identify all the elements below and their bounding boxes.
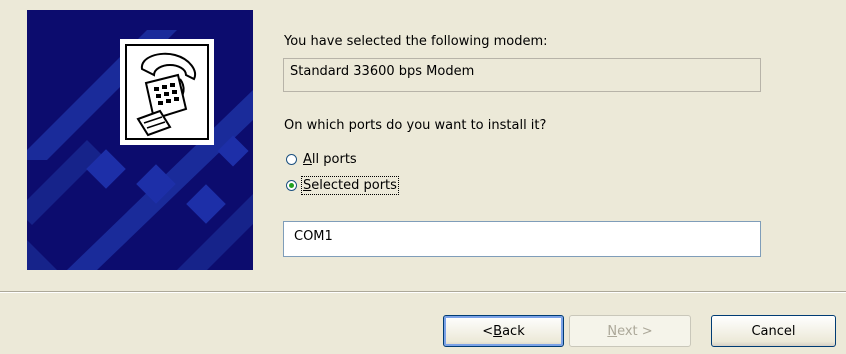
modem-name-field: Standard 33600 bps Modem: [283, 58, 761, 92]
back-accel: B: [493, 323, 503, 339]
next-button[interactable]: Next >: [569, 315, 691, 347]
all-ports-label: All ports: [303, 152, 357, 167]
back-label: ack: [502, 323, 525, 339]
all-ports-radio[interactable]: [286, 154, 297, 165]
selected-ports-radio[interactable]: [286, 180, 297, 191]
back-button[interactable]: < Back: [443, 315, 564, 347]
button-divider: [0, 291, 846, 293]
selected-modem-prompt: You have selected the following modem:: [284, 34, 548, 49]
next-label: ext >: [617, 323, 653, 339]
wizard-banner: [27, 10, 253, 270]
all-ports-option[interactable]: All ports: [286, 152, 357, 167]
ports-list[interactable]: COM1: [283, 221, 761, 257]
next-accel: N: [607, 323, 618, 339]
cancel-button[interactable]: Cancel: [711, 315, 836, 347]
selected-ports-label: Selected ports: [301, 176, 399, 195]
ports-question: On which ports do you want to install it…: [284, 118, 547, 133]
back-arrow: <: [482, 323, 494, 339]
selected-ports-option[interactable]: Selected ports: [286, 176, 399, 195]
list-item[interactable]: COM1: [294, 229, 333, 244]
telephone-modem-icon: [120, 39, 214, 145]
telephone-icon: [125, 44, 209, 140]
